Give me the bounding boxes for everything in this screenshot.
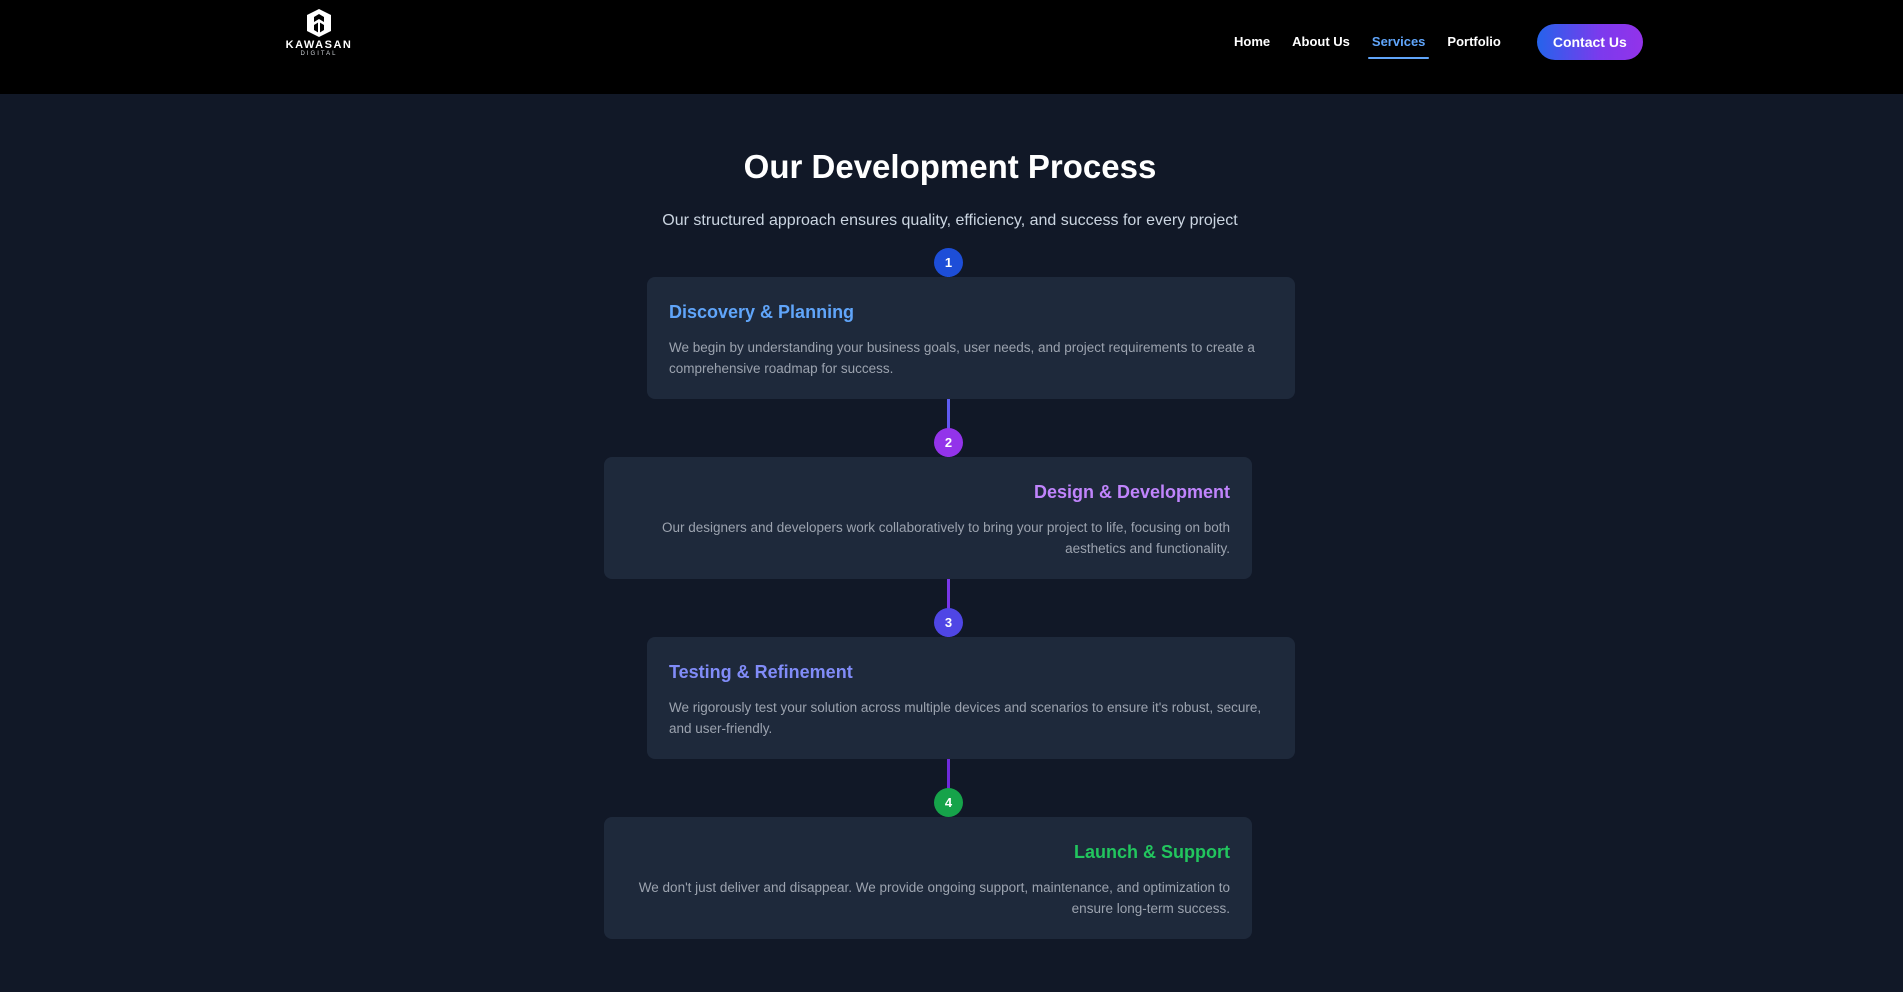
- nav-item-services[interactable]: Services: [1366, 25, 1432, 59]
- step-title: Discovery & Planning: [669, 302, 855, 322]
- brand-tagline: DIGITAL: [300, 51, 338, 57]
- nav-item-about-us[interactable]: About Us: [1286, 25, 1356, 59]
- contact-us-button[interactable]: Contact Us: [1536, 24, 1643, 60]
- step-description: Our designers and developers work collab…: [661, 520, 1230, 556]
- main-nav: Home About Us Services Portfolio Contact…: [1228, 24, 1643, 60]
- nav-item-home[interactable]: Home: [1228, 25, 1276, 59]
- section-subtitle: Our structured approach ensures quality,…: [662, 212, 1238, 229]
- step-title: Design & Development: [1033, 482, 1230, 502]
- brand-logo[interactable]: KAWASAN DIGITAL: [283, 8, 355, 68]
- step-number-badge: 3: [934, 608, 963, 637]
- process-step-card: Design & Development Our designers and d…: [604, 457, 1252, 579]
- step-title: Testing & Refinement: [669, 662, 853, 682]
- kawasan-logo-icon: [307, 9, 331, 37]
- step-description: We don't just deliver and disappear. We …: [638, 880, 1230, 916]
- process-step-card: Testing & Refinement We rigorously test …: [647, 637, 1295, 759]
- process-step-card: Discovery & Planning We begin by underst…: [647, 277, 1295, 399]
- step-description: We begin by understanding your business …: [669, 340, 1255, 376]
- process-step-card: Launch & Support We don't just deliver a…: [604, 817, 1252, 939]
- step-number-badge: 4: [934, 788, 963, 817]
- step-description: We rigorously test your solution across …: [669, 700, 1262, 736]
- step-title: Launch & Support: [1074, 842, 1230, 862]
- brand-name: KAWASAN: [285, 39, 353, 51]
- nav-item-portfolio[interactable]: Portfolio: [1441, 25, 1506, 59]
- site-header: KAWASAN DIGITAL Home About Us Services P…: [0, 0, 1903, 94]
- step-number-badge: 1: [934, 248, 963, 277]
- step-number-badge: 2: [934, 428, 963, 457]
- section-title: Our Development Process: [743, 148, 1157, 185]
